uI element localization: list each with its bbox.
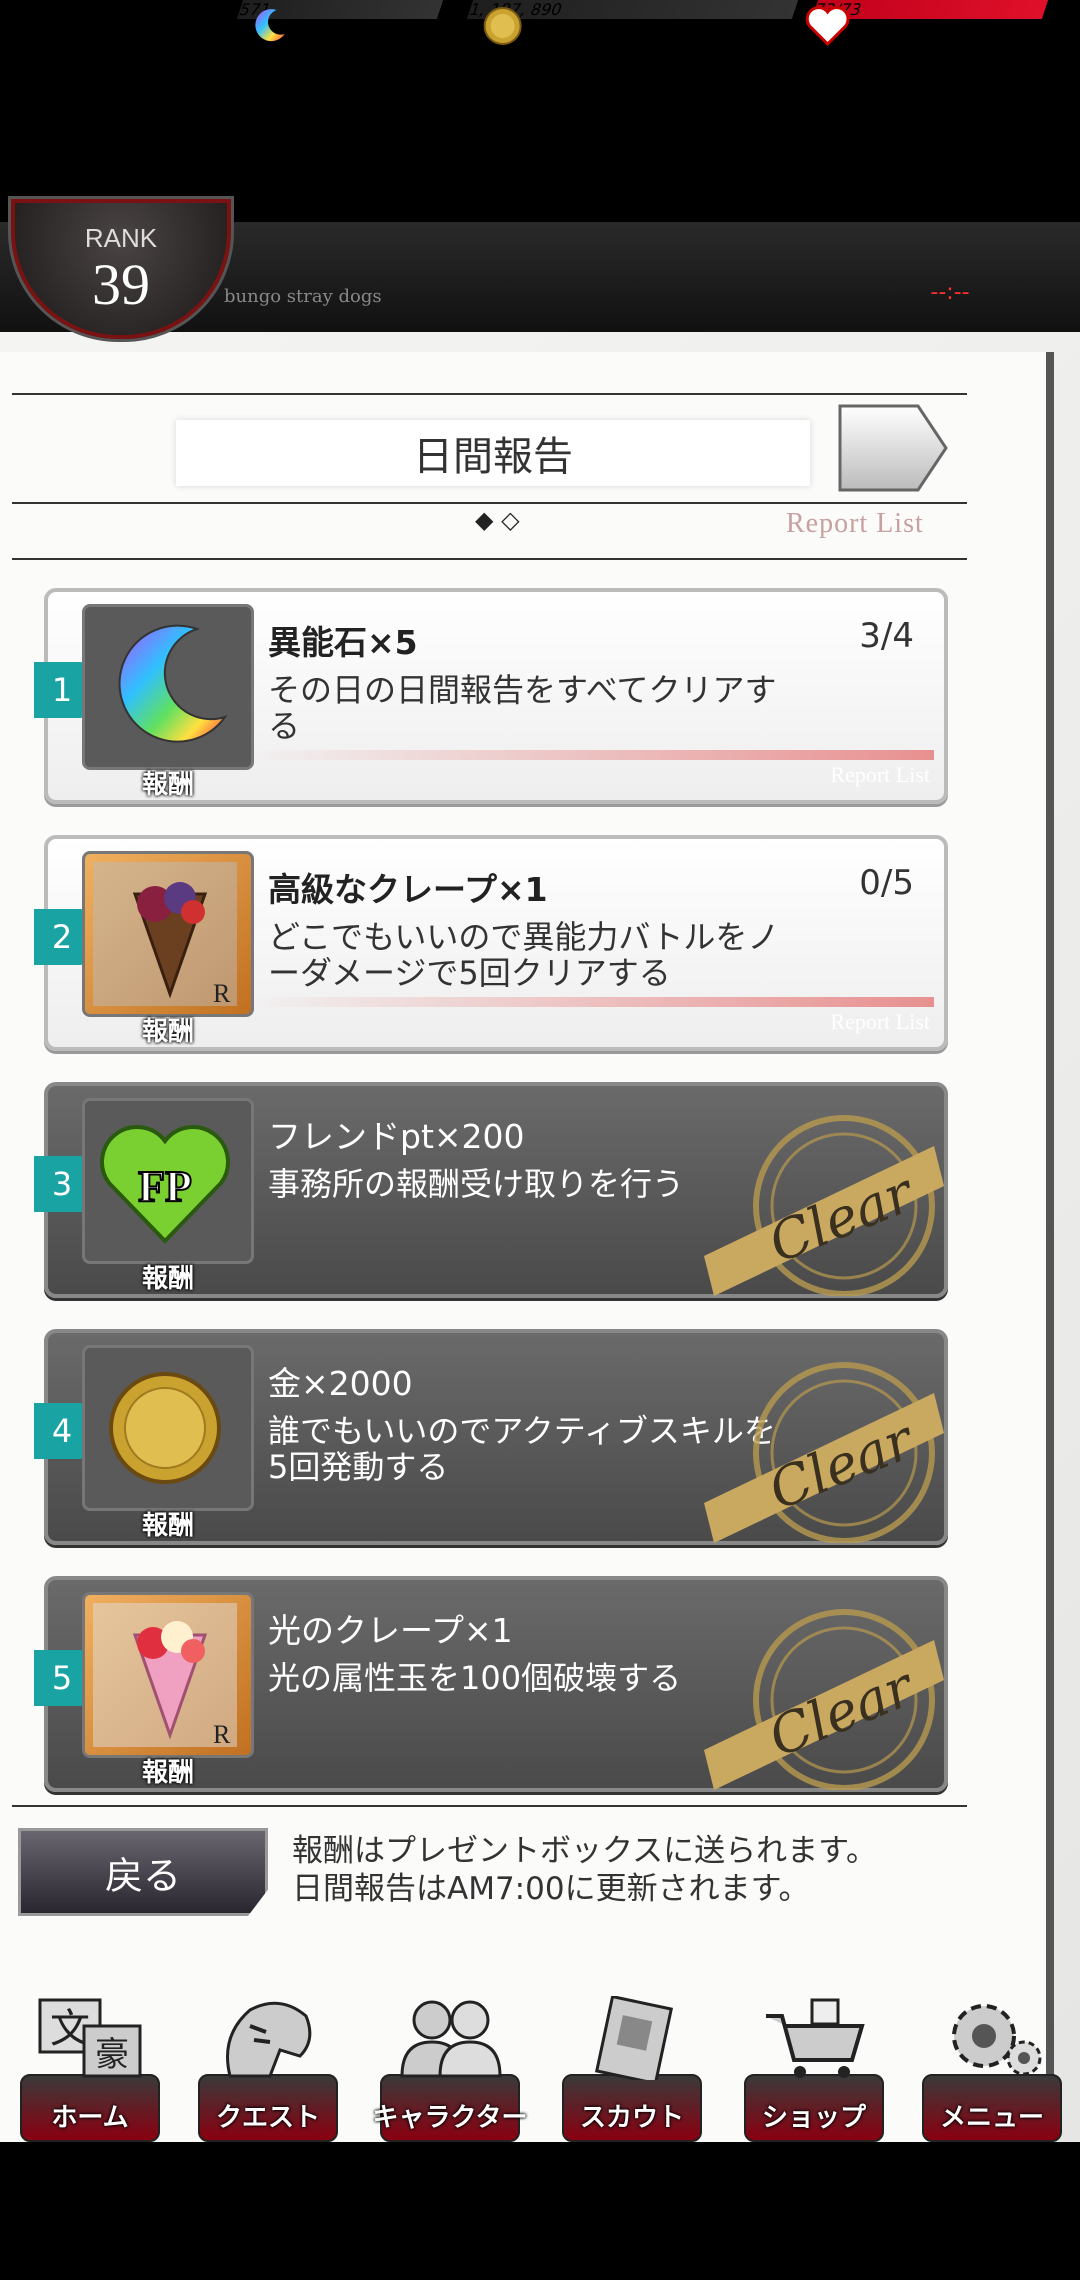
clear-stamp-text: Clear [760,1654,924,1769]
gold-coin-icon [483,7,522,45]
game-subtitle: bungo stray dogs [224,286,382,307]
menu-gear-icon [952,2004,1042,2076]
reward-label: 報酬 [141,1264,194,1294]
divider [12,1805,967,1807]
nav-label: ショップ [761,2103,866,2133]
nav-label: ホーム [51,2103,129,2133]
hp-counter: 73/73 [805,0,1049,47]
footer-note-line-1: 報酬はプレゼントボックスに送られます。 [292,1833,877,1869]
report-list-link[interactable]: Report List [786,508,924,540]
footer-note-line-2: 日間報告はAM7:00に更新されます。 [292,1871,810,1907]
next-page-button[interactable] [838,404,948,492]
svg-text:R: R [213,1720,231,1749]
nav-shop[interactable]: ショップ [734,1992,894,2142]
rank-value: 39 [92,252,150,317]
card-description: どこでもいいので異能力バトルをノーダメージで5回クリアする [268,918,780,992]
svg-text:豪: 豪 [95,2035,129,2075]
nav-label: キャラクター [372,2103,528,2133]
reward-icon-frame: R [82,851,254,1017]
divider [12,393,967,395]
heart-icon [805,6,850,47]
shop-cart-icon [766,1998,865,2078]
report-card-3[interactable]: 3 FP 報酬 フレンドpt×200 事務所の報酬受け取りを行う Clear [34,1082,948,1298]
report-card-1[interactable]: 1 報酬 異能石×5 3/4 その日の日間報告をすべてクリアする Report … [34,588,948,804]
nav-characters[interactable]: キャラクター [370,1992,530,2142]
card-report-list: Report List [830,1009,930,1034]
page-title: 日間報告 [176,420,810,486]
svg-text:FP: FP [138,1162,192,1211]
card-title: 金×2000 [268,1364,413,1403]
stone-counter: 571 [236,0,444,42]
card-description: その日の日間報告をすべてクリアする [268,671,777,745]
clear-stamp-text: Clear [760,1407,924,1522]
hp-timer: --:-- [930,280,970,305]
reward-icon-frame [82,604,254,770]
gold-coin-icon [109,1372,221,1484]
footer-note: 報酬はプレゼントボックスに送られます。 日間報告はAM7:00に更新されます。 [292,1832,877,1908]
back-button[interactable]: 戻る [18,1828,268,1916]
nav-home[interactable]: 文 豪 ホーム [10,1992,170,2142]
divider [12,502,967,504]
clear-stamp-text: Clear [760,1160,924,1275]
clear-stamp: Clear [704,1609,944,1790]
home-icon: 文 豪 [38,1998,142,2078]
rank-label: RANK [84,223,158,253]
card-title: 異能石×5 [268,623,418,662]
characters-icon [400,2000,502,2078]
reward-label: 報酬 [141,770,194,800]
reward-label: 報酬 [141,1017,194,1047]
nav-scout[interactable]: スカウト [552,1992,712,2142]
clear-stamp: Clear [704,1115,944,1296]
nav-quest[interactable]: クエスト [188,1992,348,2142]
reward-icon-frame [82,1345,254,1511]
report-card-4[interactable]: 4 報酬 金×2000 誰でもいいのでアクティブスキルを5回発動する Clear [34,1329,948,1545]
reward-icon-frame: R [82,1592,254,1758]
divider [12,558,967,560]
reward-label: 報酬 [141,1511,194,1541]
card-stripe [248,997,934,1007]
nav-label: スカウト [579,2103,684,2133]
card-stripe [248,750,934,760]
card-title: フレンドpt×200 [268,1117,525,1156]
crescent-stone-icon [255,9,285,42]
card-report-list: Report List [830,762,930,787]
card-progress: 0/5 [859,863,914,903]
card-progress: 3/4 [859,616,914,656]
reward-label: 報酬 [141,1758,194,1788]
crescent-stone-icon [118,624,228,743]
nav-menu[interactable]: メニュー [912,1992,1072,2142]
nav-label: メニュー [939,2103,1044,2133]
page-indicator: ◆ ◇ [475,506,520,534]
report-card-2[interactable]: 2 R 報酬 高級なクレープ×1 0/5 どこでもいいので異能力バトルをノーダメ… [34,835,948,1051]
report-card-5[interactable]: 5 R 報酬 光のクレープ×1 光の属性玉を100個破壊する Clear [34,1576,948,1792]
light-crepe-icon: R [93,1603,237,1749]
nav-label: クエスト [215,2103,320,2133]
reward-icon-frame: FP [82,1098,254,1264]
card-title: 光のクレープ×1 [268,1611,513,1650]
gold-counter: 1, 187, 890 [466,0,799,45]
friend-point-icon: FP [100,1125,230,1244]
quest-tiger-icon [226,2001,312,2078]
crepe-icon: R [93,862,237,1008]
card-title: 高級なクレープ×1 [268,870,548,909]
clear-stamp: Clear [704,1362,944,1543]
svg-text:R: R [213,979,231,1008]
scout-book-icon [594,1996,674,2080]
bottom-nav: 文 豪 ホーム クエスト キャラクター スカウト ショップ メニュー [0,1992,1080,2142]
